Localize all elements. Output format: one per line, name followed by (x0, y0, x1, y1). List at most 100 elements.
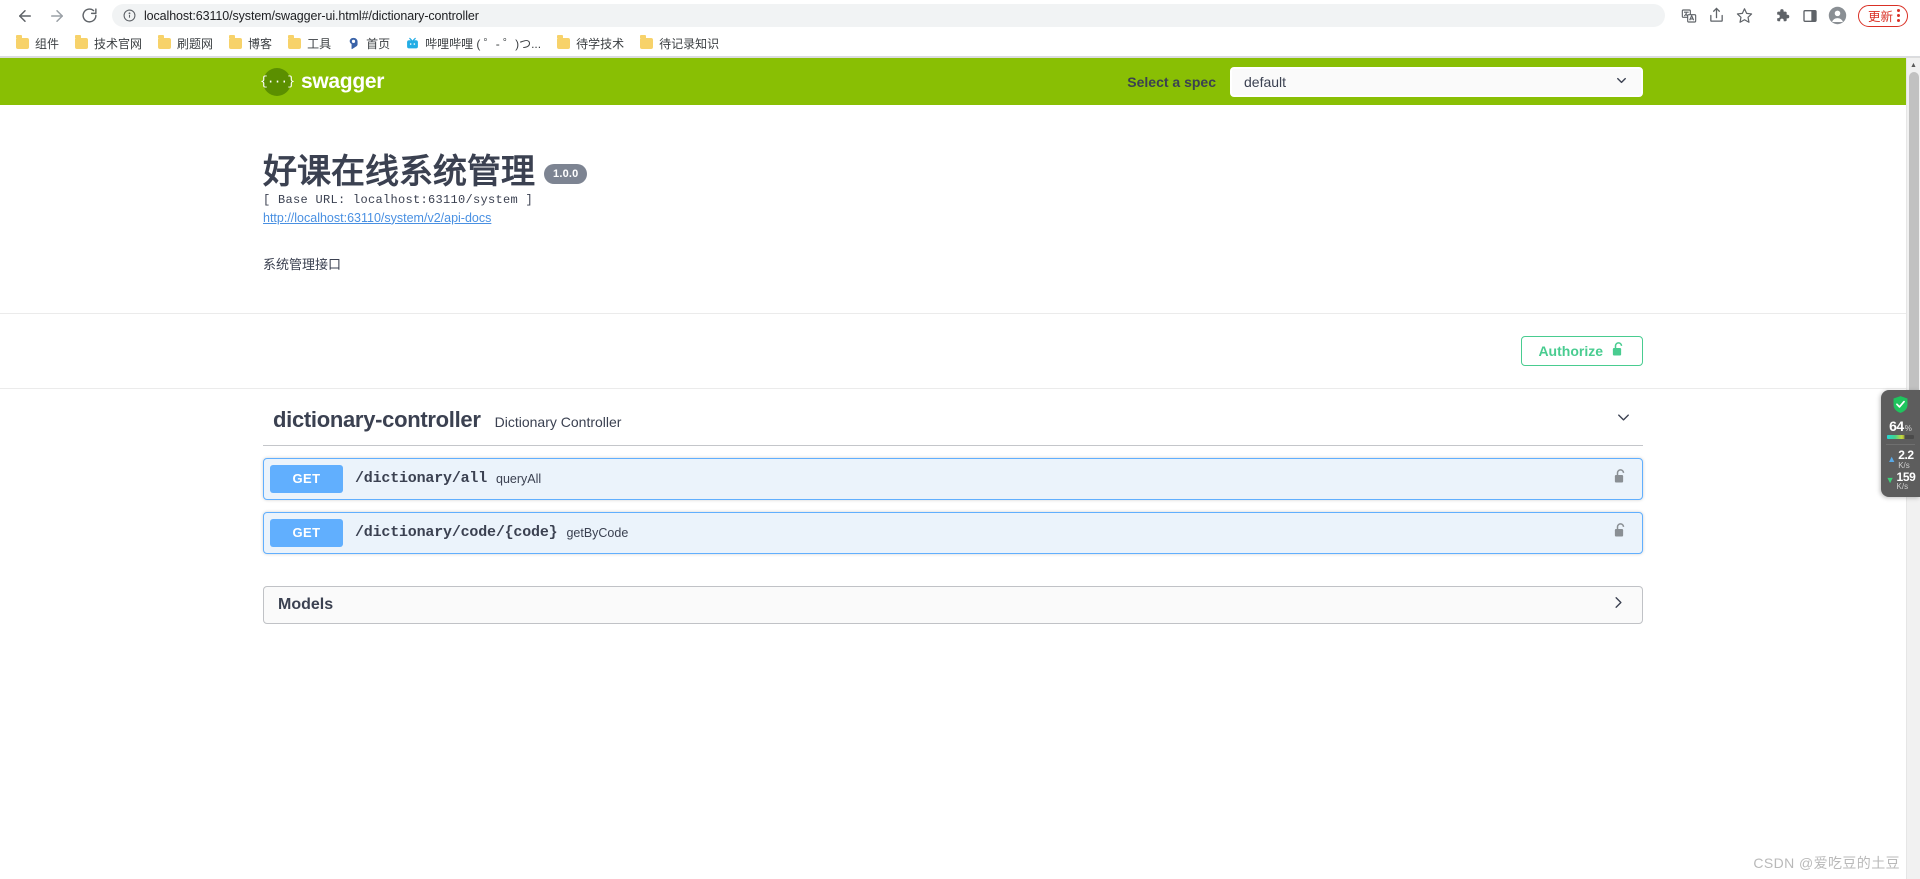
network-monitor-widget[interactable]: 64 % ▲ 2.2 K/s ▼ 159 K/s (1881, 390, 1920, 498)
models-title: Models (278, 595, 334, 613)
bookmark-label: 首页 (366, 37, 391, 51)
folder-icon (158, 35, 172, 49)
bookmark-item[interactable]: 待记录知识 (632, 33, 727, 54)
spec-select[interactable]: default (1230, 66, 1643, 97)
csdn-watermark: CSDN @爱吃豆的土豆 (1753, 855, 1900, 871)
chevron-down-icon (1614, 73, 1629, 91)
models-section: Models (243, 585, 1663, 624)
profile-avatar-icon[interactable] (1824, 2, 1852, 30)
address-bar[interactable]: localhost:63110/system/swagger-ui.html#/… (112, 4, 1665, 27)
bookmark-label: 博客 (248, 37, 273, 51)
translate-icon[interactable] (1675, 2, 1703, 30)
select-spec-label: Select a spec (1127, 73, 1216, 90)
download-arrow-icon: ▼ (1885, 475, 1895, 486)
version-badge: 1.0.0 (544, 163, 588, 184)
back-arrow-icon (16, 7, 34, 25)
bookmark-item[interactable]: 博客 (221, 33, 280, 54)
folder-icon (640, 35, 654, 49)
widget-divider (1886, 444, 1915, 445)
upload-speed: ▲ 2.2 K/s (1887, 448, 1914, 470)
api-docs-link[interactable]: http://localhost:63110/system/v2/api-doc… (263, 211, 491, 225)
folder-icon (229, 35, 243, 49)
download-unit: K/s (1896, 482, 1909, 492)
bookmark-label: 哔哩哔哩 ( ゜- ゜)つ... (425, 37, 542, 51)
swagger-ui-page: {···} swagger Select a spec default 好课在线 (0, 58, 1906, 879)
extensions-puzzle-icon[interactable] (1768, 2, 1796, 30)
tag-section-dictionary-controller: dictionary-controller Dictionary Control… (243, 389, 1663, 554)
scroll-up-arrow-icon[interactable]: ▲ (1907, 58, 1920, 72)
back-button[interactable] (10, 2, 40, 30)
operation-path: /dictionary/all (355, 470, 488, 488)
bookmark-label: 刷题网 (177, 37, 214, 51)
swagger-topbar: {···} swagger Select a spec default (0, 58, 1906, 105)
info-circle-icon[interactable] (123, 9, 136, 22)
swagger-logo[interactable]: {···} swagger (260, 67, 385, 96)
api-description: 系统管理接口 (263, 256, 342, 272)
cpu-percent: 64 % (1889, 418, 1912, 434)
site-favicon-icon (347, 37, 360, 50)
upload-arrow-icon: ▲ (1887, 453, 1897, 464)
bookmark-item[interactable]: 组件 (8, 33, 67, 54)
folder-icon (557, 35, 571, 49)
update-label: 更新 (1867, 10, 1893, 24)
page-title: 好课在线系统管理 (263, 153, 535, 191)
side-panel-icon[interactable] (1796, 2, 1824, 30)
bookmarks-bar: 组件 技术官网 刷题网 博客 工具 首页 哔哩哔哩 ( ゜- ゜)つ... 待学… (0, 31, 1920, 57)
update-button[interactable]: 更新 (1857, 4, 1908, 27)
operation-summary: queryAll (496, 471, 542, 486)
operation-row[interactable]: GET /dictionary/all queryAll (263, 457, 1643, 500)
spec-select-value: default (1244, 73, 1287, 90)
bookmark-item[interactable]: 哔哩哔哩 ( ゜- ゜)つ... (398, 33, 549, 54)
more-menu-icon[interactable] (1897, 9, 1900, 22)
operation-row[interactable]: GET /dictionary/code/{code} getByCode (263, 511, 1643, 554)
authorize-label: Authorize (1538, 342, 1603, 359)
unlocked-padlock-icon[interactable] (1613, 522, 1628, 544)
bookmark-item[interactable]: 首页 (339, 33, 398, 54)
chevron-down-icon[interactable] (1614, 408, 1633, 432)
chevron-right-icon[interactable] (1609, 593, 1628, 617)
swagger-logo-text: swagger (301, 69, 385, 93)
folder-icon (75, 35, 89, 49)
green-shield-check-icon[interactable] (1892, 395, 1909, 414)
operation-path: /dictionary/code/{code} (355, 524, 558, 542)
percent-symbol: % (1904, 424, 1912, 433)
bookmark-item[interactable]: 工具 (280, 33, 339, 54)
http-method-badge: GET (270, 518, 343, 547)
unlocked-padlock-icon (1611, 341, 1626, 361)
scrollbar-thumb[interactable] (1909, 72, 1919, 432)
bookmark-item[interactable]: 待学技术 (549, 33, 632, 54)
bookmark-star-icon[interactable] (1731, 2, 1759, 30)
address-bar-url: localhost:63110/system/swagger-ui.html#/… (144, 8, 479, 23)
share-icon[interactable] (1703, 2, 1731, 30)
bookmark-item[interactable]: 技术官网 (67, 33, 150, 54)
tag-description: Dictionary Controller (494, 413, 622, 430)
folder-icon (16, 35, 29, 49)
reload-icon (81, 7, 98, 24)
bookmark-label: 工具 (307, 37, 332, 51)
cpu-percent-value: 64 (1889, 418, 1904, 434)
folder-icon (288, 35, 302, 49)
bilibili-favicon-icon (406, 37, 419, 50)
unlocked-padlock-icon[interactable] (1613, 468, 1628, 490)
browser-chrome: localhost:63110/system/swagger-ui.html#/… (0, 0, 1920, 58)
api-info-block: 好课在线系统管理 1.0.0 [ Base URL: localhost:631… (243, 105, 1663, 273)
page-viewport: {···} swagger Select a spec default 好课在线 (0, 58, 1920, 879)
authorize-row: Authorize (243, 314, 1663, 388)
bookmark-label: 组件 (35, 37, 60, 51)
browser-toolbar: localhost:63110/system/swagger-ui.html#/… (0, 0, 1920, 31)
reload-button[interactable] (74, 2, 104, 30)
bookmark-label: 待记录知识 (659, 37, 720, 51)
forward-arrow-icon (48, 7, 66, 25)
download-speed: ▼ 159 K/s (1885, 470, 1916, 492)
models-header[interactable]: Models (263, 585, 1643, 624)
tag-header[interactable]: dictionary-controller Dictionary Control… (263, 389, 1643, 446)
upload-value: 2.2 (1898, 448, 1914, 462)
bookmark-label: 待学技术 (576, 37, 625, 51)
authorize-button[interactable]: Authorize (1521, 335, 1643, 366)
swagger-braces-icon: {···} (260, 67, 295, 96)
tag-name: dictionary-controller (273, 406, 481, 432)
bookmark-label: 技术官网 (94, 37, 143, 51)
bookmark-item[interactable]: 刷题网 (150, 33, 221, 54)
forward-button[interactable] (42, 2, 72, 30)
usage-gradient-bar (1887, 435, 1914, 439)
